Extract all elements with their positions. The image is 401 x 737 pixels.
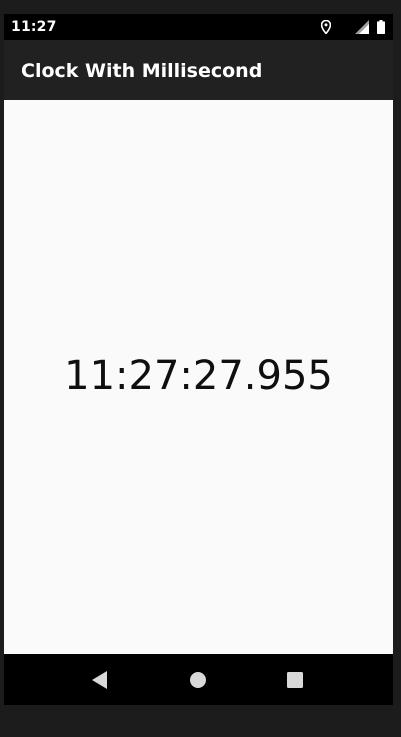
screen-frame: 11:27 Clock With Millisecond 11:27:27.95… xyxy=(0,0,401,737)
home-button[interactable] xyxy=(185,667,211,693)
status-time: 11:27 xyxy=(11,19,57,35)
app-bar: Clock With Millisecond xyxy=(4,40,393,100)
phone-screen: 11:27 Clock With Millisecond 11:27:27.95… xyxy=(4,14,393,705)
status-bar: 11:27 xyxy=(4,14,393,40)
location-icon xyxy=(321,20,331,34)
status-icons xyxy=(321,19,385,35)
recents-icon xyxy=(287,672,303,688)
app-title: Clock With Millisecond xyxy=(21,60,263,82)
navigation-bar xyxy=(4,654,393,705)
clock-display: 11:27:27.955 xyxy=(64,353,333,399)
cell-signal-icon xyxy=(355,20,369,34)
back-button[interactable] xyxy=(87,667,113,693)
battery-icon xyxy=(377,20,385,34)
back-icon xyxy=(92,671,107,689)
recents-button[interactable] xyxy=(282,667,308,693)
main-content: 11:27:27.955 xyxy=(4,100,393,654)
home-icon xyxy=(190,672,206,688)
